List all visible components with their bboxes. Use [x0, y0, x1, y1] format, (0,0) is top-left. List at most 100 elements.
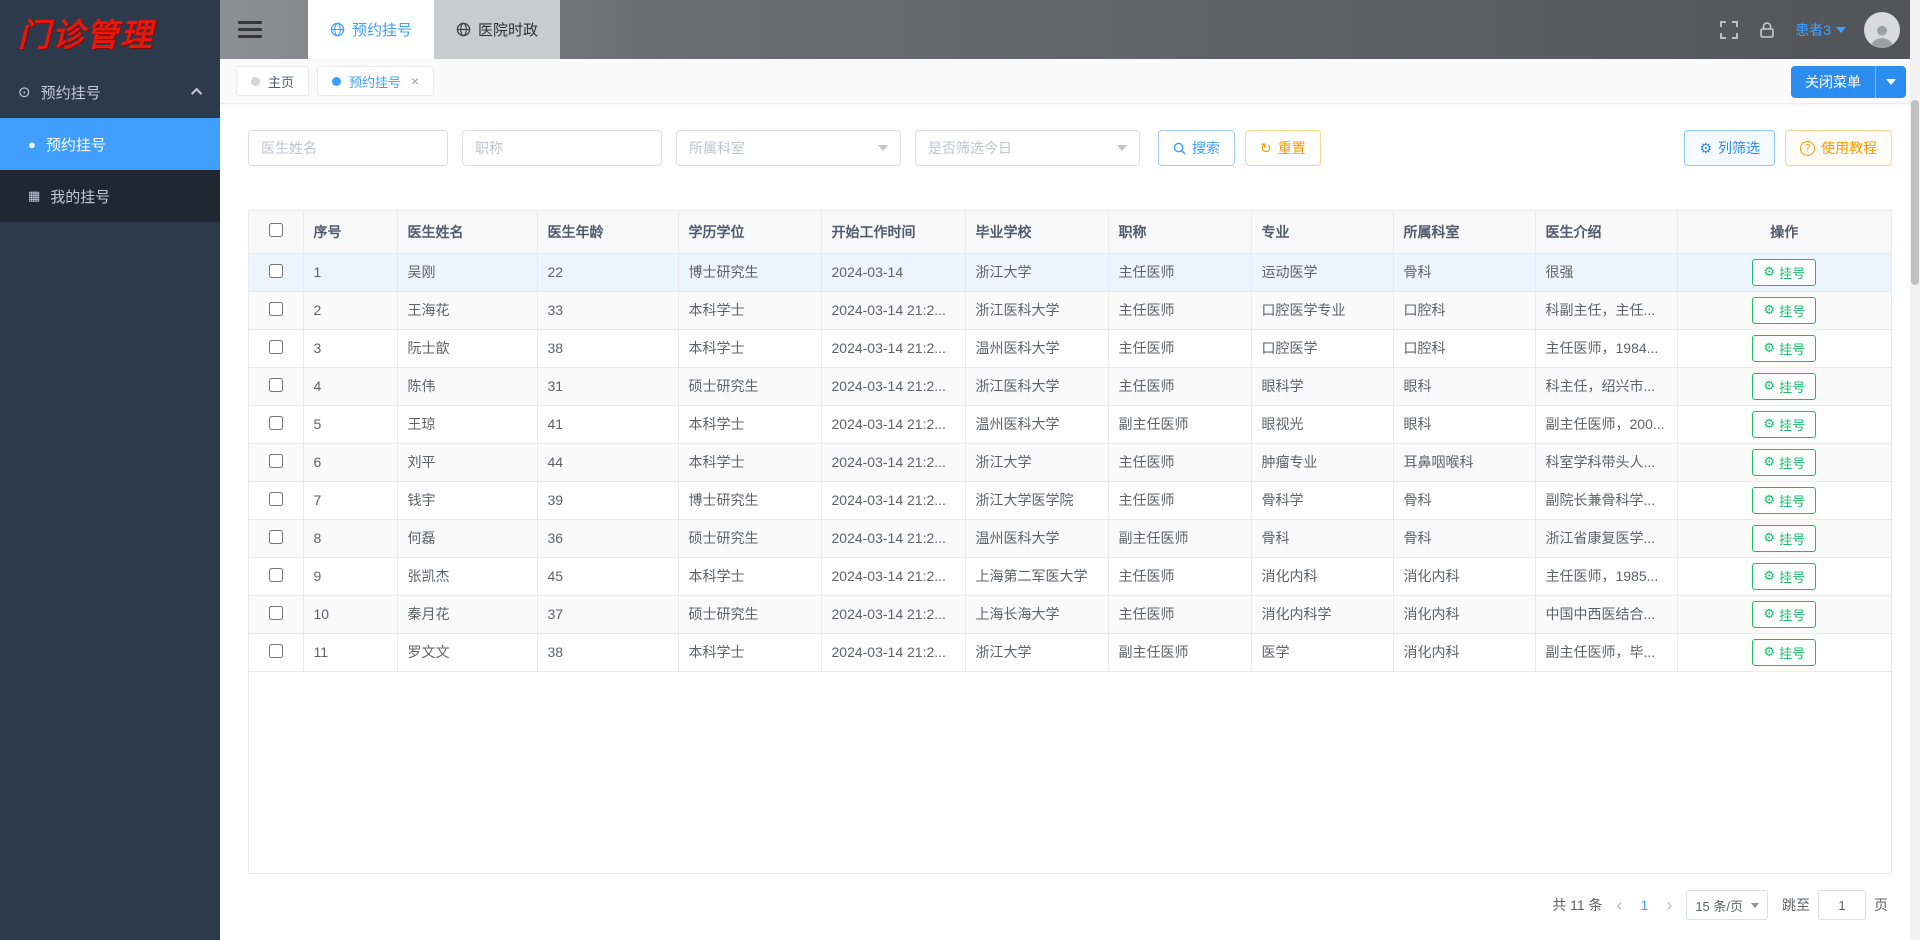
table-cell: 眼视光: [1251, 405, 1394, 444]
table-cell: 温州医科大学: [965, 329, 1109, 368]
register-button[interactable]: ⚙ 挂号: [1752, 410, 1817, 438]
next-page-button[interactable]: ›: [1666, 896, 1672, 914]
row-checkbox[interactable]: [268, 567, 283, 582]
register-button[interactable]: ⚙ 挂号: [1752, 372, 1817, 400]
table-cell: 眼科学: [1251, 367, 1394, 406]
row-checkbox[interactable]: [268, 263, 283, 278]
fullscreen-icon[interactable]: [1719, 20, 1739, 40]
table-row[interactable]: 10 秦月花 37 硕士研究生 2024-03-14 21:2... 上海长海大学 主任医师…: [249, 595, 1891, 634]
table-row[interactable]: 1 吴刚 22 博士研究生 2024-03-14 浙江大学 主任医师 运动医学 骨科 很强 ⚙ 挂号: [249, 253, 1891, 292]
sidebar-item-appointment[interactable]: ● 预约挂号: [0, 118, 220, 170]
jump-to-page: 跳至 页: [1782, 890, 1888, 920]
title-input[interactable]: [462, 130, 662, 166]
table-cell: 2024-03-14 21:2...: [821, 481, 966, 520]
reset-button[interactable]: ↻ 重置: [1245, 130, 1321, 166]
row-checkbox[interactable]: [268, 377, 283, 392]
table-cell: 王海花: [397, 291, 538, 330]
close-menu-dropdown[interactable]: [1875, 66, 1906, 98]
reset-button-label: 重置: [1277, 140, 1306, 156]
search-button[interactable]: 搜索: [1158, 130, 1235, 166]
register-button[interactable]: ⚙ 挂号: [1752, 524, 1817, 552]
lock-icon[interactable]: [1757, 20, 1777, 40]
jump-page-input[interactable]: [1818, 890, 1866, 920]
table-cell: 消化内科: [1393, 557, 1536, 596]
select-all-checkbox[interactable]: [268, 223, 283, 238]
table-cell: 主任医师: [1108, 367, 1252, 406]
table-row[interactable]: 7 钱宇 39 博士研究生 2024-03-14 21:2... 浙江大学医学院 主任医师骨…: [249, 481, 1891, 520]
scrollbar-thumb[interactable]: [1911, 100, 1919, 285]
column-header: 所属科室: [1393, 211, 1536, 254]
department-select-placeholder: 所属科室: [689, 140, 745, 156]
sidebar-item-my-registration[interactable]: ▦ 我的挂号: [0, 170, 220, 222]
row-checkbox[interactable]: [268, 529, 283, 544]
table-cell: 眼科: [1393, 405, 1536, 444]
register-button[interactable]: ⚙ 挂号: [1752, 600, 1817, 628]
row-checkbox[interactable]: [268, 491, 283, 506]
total-count: 共 11 条: [1552, 897, 1603, 913]
register-button[interactable]: ⚙ 挂号: [1752, 562, 1817, 590]
table-cell: 上海第二军医大学: [965, 557, 1109, 596]
row-action-cell: ⚙ 挂号: [1677, 329, 1891, 368]
doctor-name-input[interactable]: [248, 130, 448, 166]
nav-tab-label: 医院时政: [478, 22, 539, 39]
nav-tab-hospital-news[interactable]: 医院时政: [434, 0, 561, 59]
avatar[interactable]: [1864, 11, 1900, 48]
table-cell: 主任医师，1984...: [1535, 329, 1678, 368]
close-icon[interactable]: ×: [411, 73, 419, 89]
tab-dot-icon: [332, 76, 342, 86]
register-button-label: 挂号: [1779, 531, 1806, 547]
table-row[interactable]: 11 罗文文 38 本科学士 2024-03-14 21:2... 浙江大学 副主任医师 医学…: [249, 633, 1891, 672]
table-cell: 副主任医师: [1108, 519, 1252, 558]
table-cell: 骨科: [1393, 481, 1536, 520]
page-size-select[interactable]: 15 条/页: [1686, 890, 1768, 920]
topbar-right: 患者3: [1719, 0, 1920, 59]
row-checkbox[interactable]: [268, 453, 283, 468]
row-checkbox[interactable]: [268, 339, 283, 354]
search-icon: [1173, 142, 1186, 155]
table-row[interactable]: 6 刘平 44 本科学士 2024-03-14 21:2... 浙江大学 主任医师 肿瘤专业耳…: [249, 443, 1891, 482]
row-checkbox[interactable]: [268, 301, 283, 316]
table-row[interactable]: 8 何磊 36 硕士研究生 2024-03-14 21:2... 温州医科大学 副主任医师骨…: [249, 519, 1891, 558]
table-row[interactable]: 4 陈伟 31 硕士研究生 2024-03-14 21:2... 浙江医科大学 主任医师 眼科…: [249, 367, 1891, 406]
table-row[interactable]: 9 张凯杰 45 本科学士 2024-03-14 21:2... 上海第二军医大学 主任医师…: [249, 557, 1891, 596]
nav-tab-appointment[interactable]: 预约挂号: [308, 0, 435, 59]
table-cell: 副主任医师，200...: [1535, 405, 1678, 444]
register-button[interactable]: ⚙ 挂号: [1752, 296, 1817, 324]
department-select[interactable]: 所属科室: [676, 130, 901, 166]
page-scrollbar[interactable]: [1910, 0, 1920, 940]
table-cell: 本科学士: [678, 405, 822, 444]
row-checkbox[interactable]: [268, 605, 283, 620]
row-select-cell: [249, 481, 304, 520]
table-cell: 刘平: [397, 443, 538, 482]
user-menu[interactable]: 患者3: [1795, 20, 1846, 40]
register-button[interactable]: ⚙ 挂号: [1752, 486, 1817, 514]
table-row[interactable]: 5 王琼 41 本科学士 2024-03-14 21:2... 温州医科大学 副主任医师 眼视…: [249, 405, 1891, 444]
row-checkbox[interactable]: [268, 415, 283, 430]
register-button[interactable]: ⚙ 挂号: [1752, 638, 1817, 666]
refresh-icon: ↻: [1260, 139, 1272, 156]
table-row[interactable]: 3 阮士歆 38 本科学士 2024-03-14 21:2... 温州医科大学 主任医师 口腔…: [249, 329, 1891, 368]
gear-icon: ⚙: [1763, 644, 1776, 659]
row-checkbox[interactable]: [268, 643, 283, 658]
tutorial-button[interactable]: ? 使用教程: [1785, 130, 1892, 166]
select-all-cell: [249, 211, 304, 254]
register-button[interactable]: ⚙ 挂号: [1752, 448, 1817, 476]
close-menu-button[interactable]: 关闭菜单: [1791, 66, 1906, 98]
table-cell: 运动医学: [1251, 253, 1394, 292]
hamburger-icon[interactable]: [220, 0, 280, 59]
prev-page-button[interactable]: ‹: [1617, 896, 1623, 914]
sidebar-group-appointment[interactable]: ⊙ 预约挂号: [0, 66, 220, 118]
gear-icon: ⚙: [1763, 492, 1776, 507]
tab-appointment[interactable]: 预约挂号 ×: [317, 66, 435, 96]
table-cell: 浙江医科大学: [965, 367, 1109, 406]
table-row[interactable]: 2 王海花 33 本科学士 2024-03-14 21:2... 浙江医科大学 主任医师 口腔…: [249, 291, 1891, 330]
gear-icon: ⚙: [1763, 606, 1776, 621]
table-cell: 本科学士: [678, 633, 822, 672]
table-cell: 副院长兼骨科学...: [1535, 481, 1678, 520]
tab-home[interactable]: 主页: [236, 66, 310, 96]
register-button[interactable]: ⚙ 挂号: [1752, 258, 1817, 286]
register-button[interactable]: ⚙ 挂号: [1752, 334, 1817, 362]
today-filter-select[interactable]: 是否筛选今日: [915, 130, 1140, 166]
column-filter-button[interactable]: ⚙ 列筛选: [1684, 130, 1775, 166]
current-page[interactable]: 1: [1637, 897, 1653, 913]
